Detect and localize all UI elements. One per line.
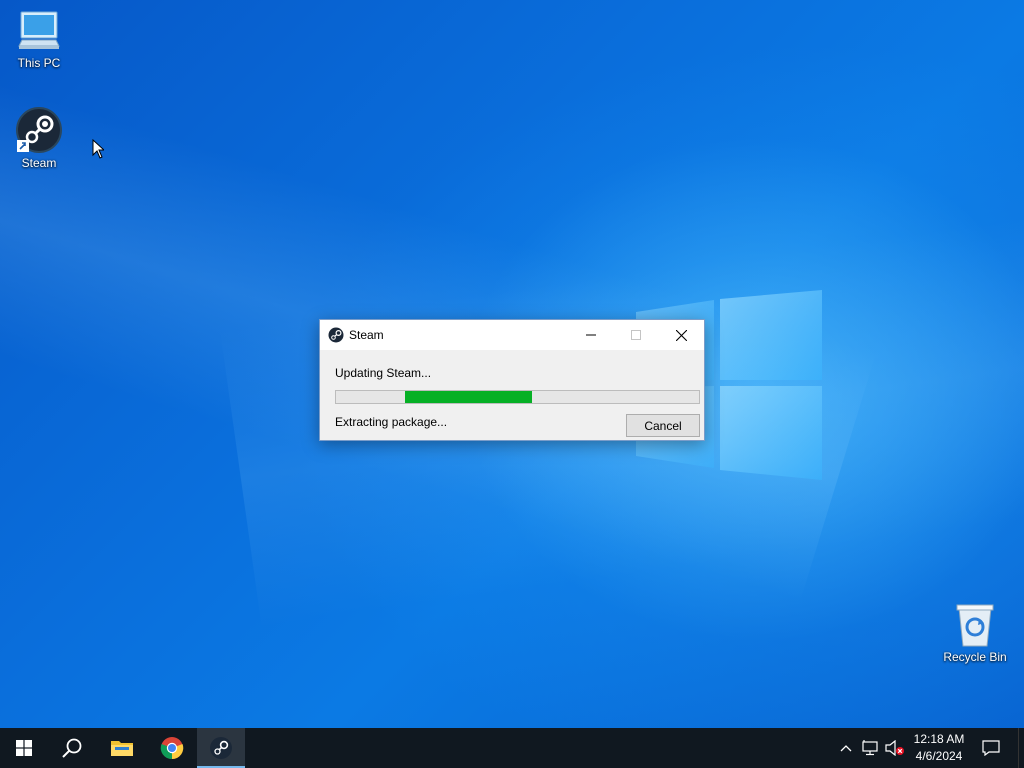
search-icon <box>62 738 82 758</box>
chrome-icon <box>160 737 184 760</box>
steam-update-dialog: Steam Updating Steam... Extracting packa… <box>319 319 705 441</box>
recycle-bin-icon <box>956 604 994 647</box>
taskbar-clock[interactable]: 12:18 AM 4/6/2024 <box>908 728 970 768</box>
dialog-title: Steam <box>349 328 384 342</box>
close-icon <box>675 329 687 341</box>
taskbar: 12:18 AM 4/6/2024 <box>0 728 1024 768</box>
show-hidden-icons-button[interactable] <box>836 728 856 768</box>
update-progress-bar <box>335 390 700 404</box>
desktop-icon-recycle-bin[interactable]: Recycle Bin <box>936 602 1014 664</box>
mouse-cursor-icon <box>92 139 104 159</box>
desktop-icon-label: Steam <box>21 156 57 170</box>
computer-icon <box>18 11 60 49</box>
update-status-text: Updating Steam... <box>335 366 432 380</box>
action-center-button[interactable] <box>974 728 1008 768</box>
start-button[interactable] <box>0 728 48 768</box>
network-icon <box>862 740 878 756</box>
steam-icon <box>210 737 232 759</box>
desktop-icon-label: This PC <box>17 56 61 70</box>
close-button[interactable] <box>658 320 704 350</box>
maximize-icon <box>631 330 641 340</box>
file-explorer-icon <box>111 741 133 756</box>
maximize-button <box>613 320 659 350</box>
search-button[interactable] <box>48 728 96 768</box>
clock-time: 12:18 AM <box>913 732 965 746</box>
minimize-icon <box>586 334 596 336</box>
taskbar-file-explorer[interactable] <box>98 728 146 768</box>
dialog-titlebar[interactable]: Steam <box>320 320 704 350</box>
volume-tray-button[interactable] <box>884 728 906 768</box>
steam-icon <box>328 327 344 343</box>
notification-icon <box>982 740 1000 756</box>
taskbar-steam[interactable] <box>197 728 245 768</box>
minimize-button[interactable] <box>568 320 614 350</box>
clock-date: 4/6/2024 <box>915 749 963 763</box>
show-desktop-button[interactable] <box>1018 728 1024 768</box>
windows-start-icon <box>16 740 32 756</box>
cancel-button[interactable]: Cancel <box>626 414 700 437</box>
dialog-body: Updating Steam... Extracting package... … <box>320 350 704 440</box>
desktop-icon-this-pc[interactable]: This PC <box>0 10 78 70</box>
update-detail-text: Extracting package... <box>335 415 448 429</box>
steam-icon <box>16 107 62 153</box>
progress-bar-fill <box>404 391 533 403</box>
taskbar-chrome[interactable] <box>148 728 196 768</box>
volume-muted-icon <box>885 740 904 756</box>
desktop-icon-steam[interactable]: Steam <box>0 106 78 170</box>
chevron-up-icon <box>840 745 852 752</box>
network-tray-button[interactable] <box>860 728 882 768</box>
desktop-icon-label: Recycle Bin <box>943 650 1007 664</box>
